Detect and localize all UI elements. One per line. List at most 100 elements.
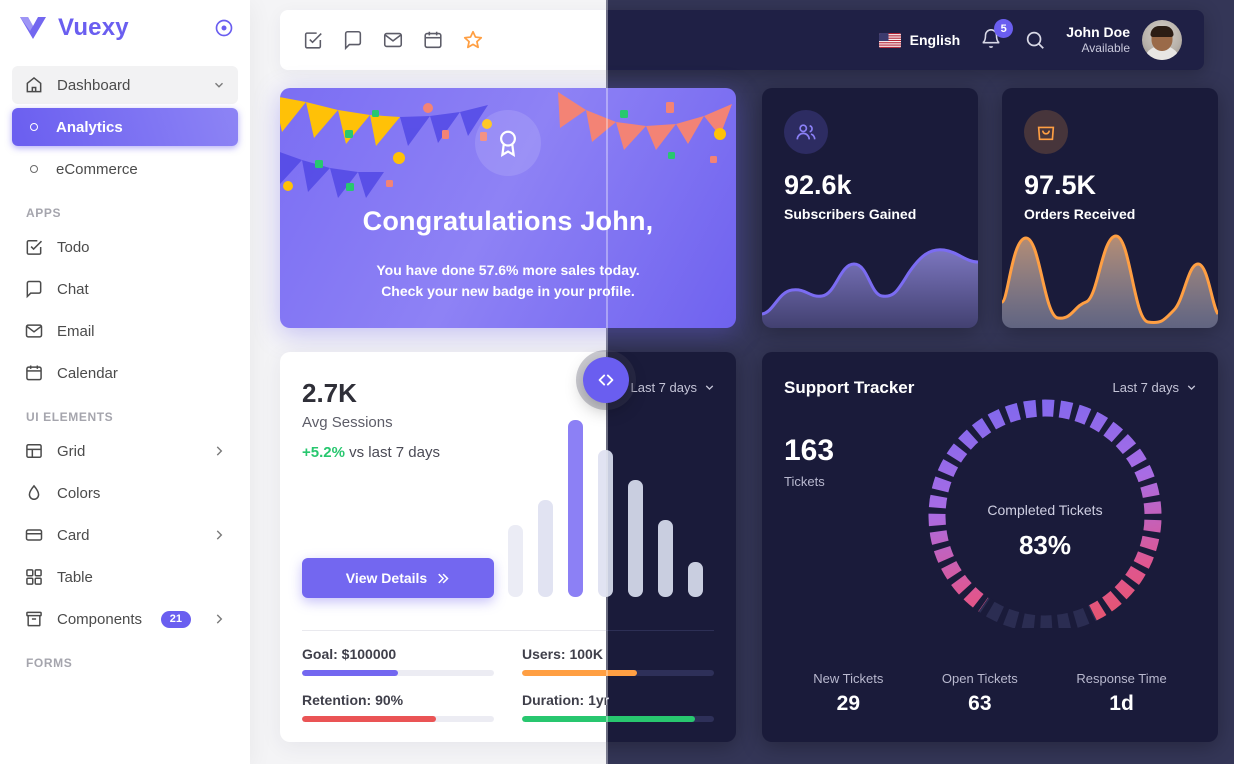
sidebar-item-label: Dashboard	[57, 76, 131, 94]
foot-value: 29	[836, 692, 860, 715]
search-icon[interactable]	[1024, 29, 1046, 51]
calendar-icon	[26, 365, 42, 381]
message-square-icon[interactable]	[342, 29, 364, 51]
sessions-value: 2.7K	[302, 378, 357, 408]
shopping-bag-icon	[1037, 126, 1055, 141]
sidebar-section-forms: FORMS	[26, 656, 73, 670]
language-selector[interactable]: English	[878, 32, 960, 48]
foot-value: 1d	[1109, 692, 1134, 715]
sidebar-item-ecommerce[interactable]: eCommerce	[12, 150, 238, 188]
brand[interactable]: Vuexy	[0, 0, 250, 56]
users-icon-wrap	[784, 110, 828, 154]
message-square-icon	[26, 280, 42, 299]
metric-label: Retention: 90%	[302, 692, 404, 708]
subscribers-value: 92.6k	[784, 170, 852, 200]
metric-goal: Goal: $100000	[302, 646, 494, 676]
support-value: 163	[784, 434, 835, 467]
sessions-label: Avg Sessions	[302, 414, 393, 431]
user-name: John Doe	[1066, 23, 1130, 40]
sidebar-item-chat[interactable]: Chat	[12, 270, 238, 308]
support-tracker-card-dark: Support Tracker Last 7 days 163 Tickets	[762, 352, 1218, 742]
support-sub: Tickets	[784, 474, 825, 489]
view-details-button[interactable]: View Details	[302, 558, 494, 598]
archive-icon	[26, 611, 42, 627]
sidebar-item-todo[interactable]: Todo	[12, 228, 238, 266]
pin-circle-icon[interactable]	[214, 18, 234, 38]
subscribers-sparkline	[762, 248, 978, 328]
check-square-icon[interactable]	[302, 29, 324, 51]
sidebar-item-label: Grid	[57, 442, 86, 460]
sidebar-item-label: Chat	[57, 280, 89, 298]
sidebar-item-grid[interactable]: Grid	[12, 432, 238, 470]
table-grid-icon	[26, 569, 42, 585]
metric-track	[302, 716, 494, 722]
sidebar-item-label: Card	[57, 526, 90, 544]
chevron-down-icon	[215, 82, 223, 88]
user-text: John Doe Available	[1066, 24, 1130, 57]
theme-split-handle[interactable]	[583, 357, 629, 403]
sidebar-section-apps: APPS	[26, 206, 62, 220]
support-gauge-percent: 83%	[1018, 530, 1072, 560]
sidebar-item-label: Table	[57, 568, 93, 586]
foot-label: New Tickets	[813, 671, 884, 686]
sessions-delta-suffix: vs last 7 days	[344, 444, 440, 461]
metric-label: Goal: $100000	[302, 646, 397, 662]
dot-icon	[30, 123, 38, 131]
star-icon[interactable]	[462, 29, 484, 51]
view-details-label: View Details	[345, 570, 428, 586]
support-open-tickets: Open Tickets 63	[942, 671, 1018, 716]
sidebar-item-email[interactable]: Email	[12, 312, 238, 350]
sidebar-badge-components: 21	[160, 610, 191, 628]
home-icon	[26, 76, 42, 93]
sidebar-item-table[interactable]: Table	[12, 558, 238, 596]
sidebar: Vuexy Dashboard Analytics eCommerce APPS…	[0, 0, 250, 764]
sidebar-item-colors[interactable]: Colors	[12, 474, 238, 512]
dot-icon	[30, 165, 38, 173]
chevron-right-icon	[216, 614, 223, 624]
support-title: Support Tracker	[784, 378, 915, 397]
mail-icon[interactable]	[382, 29, 404, 51]
metric-fill	[302, 716, 437, 722]
metric-track	[302, 670, 494, 676]
notifications-button[interactable]: 5	[980, 19, 1014, 52]
sidebar-item-label: Todo	[57, 238, 90, 256]
metric-fill	[302, 670, 398, 676]
avatar	[1142, 20, 1182, 60]
chevron-right-icon	[216, 446, 223, 456]
support-response-time: Response Time 1d	[1076, 671, 1166, 716]
grid-layout-icon	[26, 444, 42, 458]
sidebar-item-label: Components	[57, 610, 143, 628]
award-badge	[475, 110, 541, 176]
sidebar-item-card[interactable]: Card	[12, 516, 238, 554]
foot-label: Open Tickets	[941, 671, 1018, 686]
sidebar-item-label: Colors	[57, 484, 101, 502]
dashboard-page: Vuexy Dashboard Analytics eCommerce APPS…	[0, 0, 1234, 764]
shopping-bag-icon-wrap	[1024, 110, 1068, 154]
credit-card-icon	[25, 529, 43, 541]
sidebar-item-dashboard[interactable]: Dashboard	[12, 66, 238, 104]
sidebar-item-components[interactable]: Components 21	[12, 600, 238, 638]
sidebar-item-analytics[interactable]: Analytics	[12, 108, 238, 146]
code-chevrons-icon	[598, 374, 614, 386]
droplet-icon	[28, 484, 40, 500]
brand-name: Vuexy	[58, 14, 129, 41]
orders-received-card-dark: 97.5K Orders Received	[1002, 88, 1218, 328]
foot-label: Response Time	[1076, 671, 1167, 686]
notifications-badge: 5	[994, 19, 1014, 38]
sessions-delta: +5.2% vs last 7 days	[302, 444, 440, 461]
sessions-delta-value: +5.2%	[302, 444, 345, 461]
sidebar-nav: Dashboard Analytics eCommerce APPS Todo	[0, 56, 250, 670]
calendar-icon[interactable]	[422, 29, 444, 51]
navbar-shortcuts	[302, 29, 484, 51]
user-status: Available	[1081, 41, 1130, 56]
chevrons-right-icon	[438, 573, 449, 583]
user-menu[interactable]: John Doe Available	[1066, 20, 1182, 60]
content-area: English 5 John Doe Availabl	[250, 0, 1234, 764]
award-icon	[500, 130, 516, 158]
sidebar-item-calendar[interactable]: Calendar	[12, 354, 238, 392]
support-footer: New Tickets 29 Open Tickets 63 Response …	[784, 671, 1196, 716]
support-gauge-caption: Completed Tickets	[987, 502, 1103, 518]
navbar-right-dark: English 5 John Doe Available	[878, 19, 1182, 60]
foot-value: 63	[968, 692, 992, 715]
orders-value: 97.5K	[1024, 170, 1097, 200]
